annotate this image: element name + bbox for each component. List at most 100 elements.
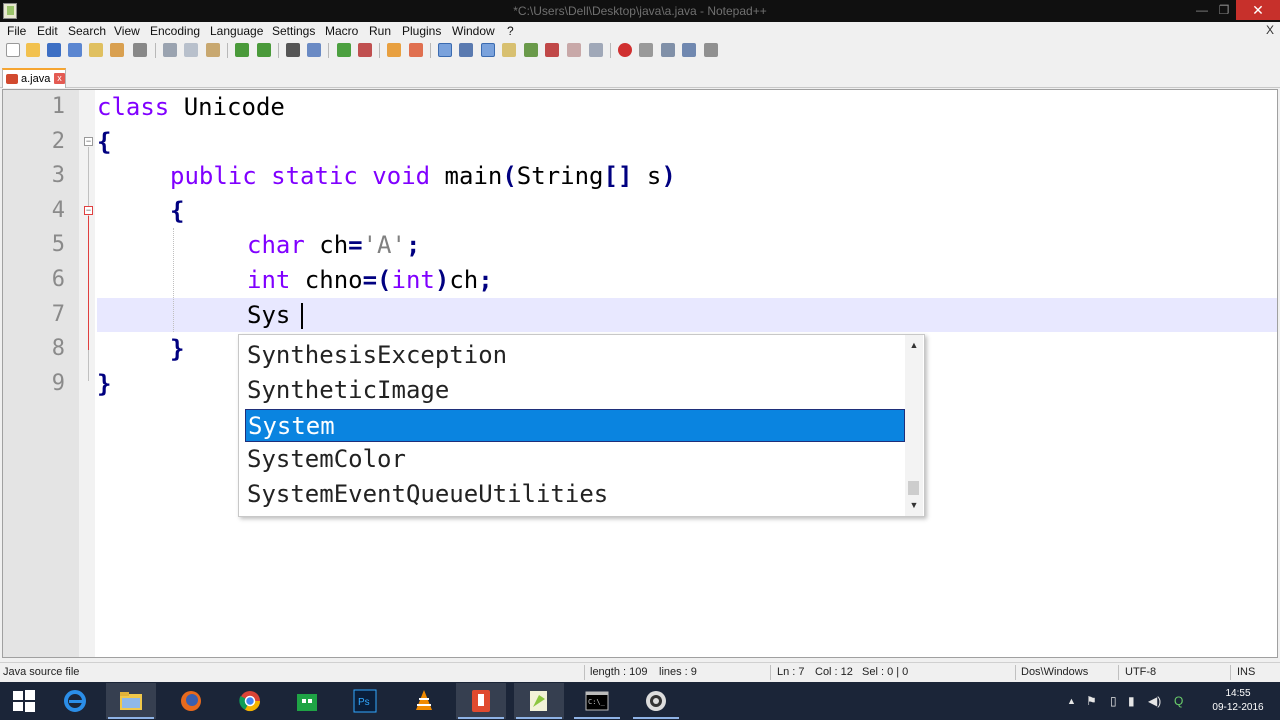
cut-icon[interactable] [163, 43, 177, 57]
zoom-in-icon[interactable] [337, 43, 351, 57]
taskbar-vlc[interactable] [399, 683, 449, 719]
menu-edit[interactable]: Edit [37, 24, 58, 38]
clock[interactable]: 14:55 09-12-2016 [1202, 687, 1274, 715]
menu-encoding[interactable]: Encoding [150, 24, 200, 38]
flag-icon[interactable]: ⚑ [1086, 694, 1097, 708]
menu-help[interactable]: ? [507, 24, 514, 38]
battery-icon[interactable]: ▯ [1110, 694, 1117, 708]
fold-toggle-icon[interactable]: − [84, 206, 93, 215]
clock-date: 09-12-2016 [1212, 702, 1264, 713]
sync-vertical-icon[interactable] [387, 43, 401, 57]
fold-toggle-icon[interactable]: − [84, 137, 93, 146]
close-button[interactable]: ✕ [1236, 0, 1280, 20]
monitoring-icon[interactable] [589, 43, 603, 57]
autocomplete-scrollbar[interactable]: ▲ ▼ [905, 335, 923, 516]
show-hidden-icons-icon[interactable]: ▲ [1067, 696, 1076, 706]
autocomplete-option[interactable]: SynthesisException [245, 339, 905, 372]
lines-label: lines : 9 [659, 666, 697, 678]
start-button[interactable] [0, 683, 50, 719]
unsaved-file-icon [6, 74, 18, 84]
encoding-label: UTF-8 [1125, 666, 1157, 678]
text-caret [301, 303, 303, 329]
close-file-icon[interactable] [89, 43, 103, 57]
record-macro-icon[interactable] [618, 43, 632, 57]
stop-recording-icon[interactable] [639, 43, 653, 57]
menu-macro[interactable]: Macro [325, 24, 358, 38]
taskbar-internet-explorer[interactable] [50, 683, 100, 719]
taskbar-chrome[interactable] [225, 683, 275, 719]
menu-window[interactable]: Window [452, 24, 495, 38]
code-line-8: } [170, 335, 185, 363]
print-icon[interactable] [133, 43, 147, 57]
save-icon[interactable] [47, 43, 61, 57]
chrome-icon [239, 691, 261, 712]
save-all-icon[interactable] [68, 43, 82, 57]
menu-settings[interactable]: Settings [272, 24, 315, 38]
recorder-icon [646, 691, 666, 711]
taskbar-store[interactable] [282, 683, 332, 719]
show-all-characters-icon[interactable] [459, 43, 473, 57]
new-file-icon[interactable] [6, 43, 20, 57]
firefox-icon [181, 691, 201, 711]
autocomplete-option-selected[interactable]: System [245, 409, 905, 442]
menu-search[interactable]: Search [68, 24, 106, 38]
menu-language[interactable]: Language [210, 24, 263, 38]
code-line-1: class Unicode [97, 93, 285, 121]
zoom-out-icon[interactable] [358, 43, 372, 57]
sync-horizontal-icon[interactable] [409, 43, 423, 57]
taskbar-file-explorer[interactable] [106, 683, 156, 719]
close-all-icon[interactable] [110, 43, 124, 57]
scroll-down-icon[interactable]: ▼ [905, 497, 923, 513]
tab-a-java[interactable]: a.java x [2, 68, 66, 88]
taskbar-command-prompt[interactable]: C:\_ [572, 683, 622, 719]
function-list-icon[interactable] [545, 43, 559, 57]
replace-icon[interactable] [307, 43, 321, 57]
menu-run[interactable]: Run [369, 24, 391, 38]
internet-explorer-icon [64, 690, 86, 712]
scroll-up-icon[interactable]: ▲ [905, 337, 923, 353]
code-line-3: public static void main(String[] s) [170, 162, 676, 190]
language-icon[interactable] [502, 43, 516, 57]
line-number: 1 [51, 94, 65, 119]
network-icon[interactable]: ▮ [1128, 694, 1135, 708]
autocomplete-option[interactable]: SyntheticImage [245, 374, 905, 407]
find-icon[interactable] [286, 43, 300, 57]
line-number-gutter: 1 2 3 4 5 6 7 8 9 [3, 90, 79, 657]
quick-heal-icon[interactable]: Q [1174, 694, 1183, 708]
taskbar-recorder[interactable] [631, 683, 681, 719]
java-app-icon [472, 690, 490, 712]
scroll-thumb[interactable] [908, 481, 919, 495]
paste-icon[interactable] [206, 43, 220, 57]
volume-icon[interactable]: ◀) [1148, 694, 1161, 708]
close-document-button[interactable]: X [1266, 23, 1274, 37]
menu-view[interactable]: View [114, 24, 140, 38]
menu-file[interactable]: File [7, 24, 26, 38]
playback-icon[interactable] [661, 43, 675, 57]
line-number: 8 [51, 336, 65, 361]
indent-guide-icon[interactable] [481, 43, 495, 57]
taskbar-photoshop[interactable]: Ps [340, 683, 390, 719]
line-number: 4 [51, 198, 65, 223]
autocomplete-option[interactable]: SystemColor [245, 443, 905, 476]
taskbar-java-app[interactable] [456, 683, 506, 719]
undo-icon[interactable] [235, 43, 249, 57]
document-map-icon[interactable] [524, 43, 538, 57]
autocomplete-option[interactable]: SystemEventQueueUtilities [245, 478, 905, 511]
word-wrap-icon[interactable] [438, 43, 452, 57]
folder-workspace-icon[interactable] [567, 43, 581, 57]
redo-icon[interactable] [257, 43, 271, 57]
taskbar-firefox[interactable] [166, 683, 216, 719]
run-macro-multiple-icon[interactable] [682, 43, 696, 57]
copy-icon[interactable] [184, 43, 198, 57]
save-macro-icon[interactable] [704, 43, 718, 57]
tab-close-icon[interactable]: x [54, 73, 65, 84]
maximize-button[interactable]: ❐ [1210, 0, 1238, 20]
windows-logo-icon [13, 690, 35, 712]
menu-plugins[interactable]: Plugins [402, 24, 441, 38]
open-file-icon[interactable] [26, 43, 40, 57]
toolbar [0, 40, 1280, 62]
taskbar-notepad-plus-plus[interactable] [514, 683, 564, 719]
vlc-icon [416, 690, 432, 710]
autocomplete-popup[interactable]: SynthesisException SyntheticImage System… [238, 334, 925, 517]
menu-bar: File Edit Search View Encoding Language … [0, 22, 1280, 40]
